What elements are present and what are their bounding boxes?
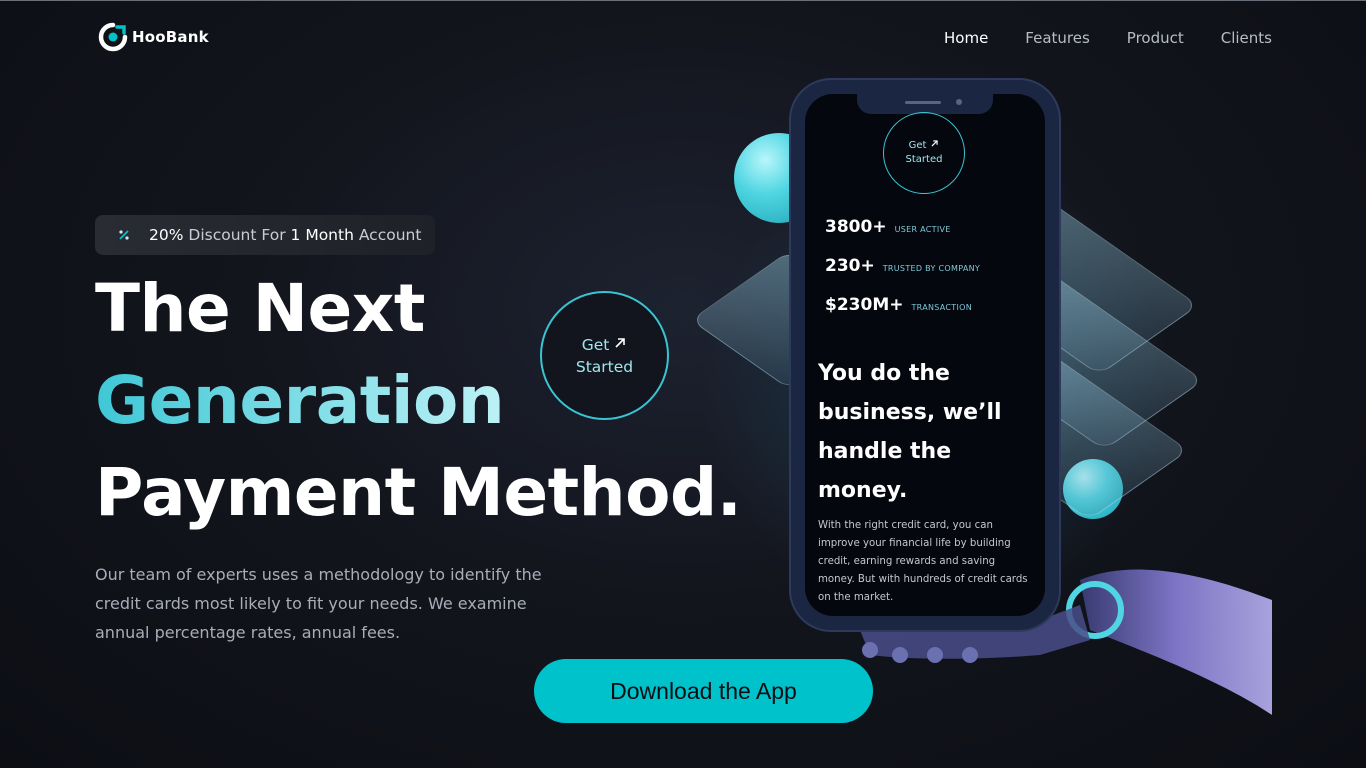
get-started-button[interactable]: Get Started <box>540 291 669 420</box>
phone-screen: Get Started 3800+ USER ACTIVE 230+ TRUST… <box>805 94 1045 616</box>
phone-get-started-label-2: Started <box>905 154 943 165</box>
phone-heading: You do the business, we’ll handle the mo… <box>818 361 1002 503</box>
discount-badge: 20% Discount For 1 Month Account <box>95 215 436 255</box>
nav-home[interactable]: Home <box>944 29 988 47</box>
get-started-row: Get <box>582 334 628 356</box>
stat-value: $230M+ <box>825 295 904 315</box>
discount-mid2: Account <box>358 226 422 244</box>
stat-label: USER ACTIVE <box>894 225 951 234</box>
hero-description: Our team of experts uses a methodology t… <box>95 565 542 642</box>
discount-duration: 1 Month <box>290 226 354 244</box>
phone-body-text: With the right credit card, you can impr… <box>818 520 1028 603</box>
stat-label: TRUSTED BY COMPANY <box>882 264 981 273</box>
stat-transactions: $230M+ TRANSACTION <box>825 295 972 315</box>
top-divider <box>0 0 1366 1</box>
arrow-up-right-icon <box>613 335 627 354</box>
stat-companies: 230+ TRUSTED BY COMPANY <box>825 256 980 276</box>
hero-title-line2: Generation <box>95 362 505 439</box>
logo-icon <box>98 22 128 52</box>
stat-label: TRANSACTION <box>911 303 973 312</box>
main-nav: Home Features Product Clients <box>944 29 1272 47</box>
discount-mid1: Discount For <box>188 226 286 244</box>
hero-title-line3: Payment Method. <box>95 454 742 531</box>
nav-product[interactable]: Product <box>1127 29 1184 47</box>
phone-get-started-row: Get <box>909 139 940 153</box>
nav-clients[interactable]: Clients <box>1221 29 1272 47</box>
phone-mockup: Get Started 3800+ USER ACTIVE 230+ TRUST… <box>789 78 1061 632</box>
discount-icon <box>111 222 137 248</box>
discount-text: 20% Discount For 1 Month Account <box>149 226 421 244</box>
nav-features[interactable]: Features <box>1025 29 1090 47</box>
get-started-label-2: Started <box>575 357 634 376</box>
get-started-label-1: Get <box>581 335 610 354</box>
phone-get-started-label-1: Get <box>908 140 927 151</box>
brand-logo[interactable]: HooBank <box>98 22 209 52</box>
discount-pct: 20% <box>149 226 184 244</box>
stat-value: 230+ <box>825 256 875 276</box>
download-app-button[interactable]: Download the App <box>534 659 873 723</box>
stat-value: 3800+ <box>825 217 887 237</box>
phone-get-started-button[interactable]: Get Started <box>883 112 965 194</box>
brand-name: HooBank <box>132 28 209 46</box>
stat-users: 3800+ USER ACTIVE <box>825 217 951 237</box>
phone-speaker <box>905 101 941 104</box>
phone-camera <box>956 99 962 105</box>
arrow-up-right-icon <box>930 139 939 153</box>
phone-notch <box>857 94 993 114</box>
hero-title-line1: The Next <box>95 270 425 347</box>
